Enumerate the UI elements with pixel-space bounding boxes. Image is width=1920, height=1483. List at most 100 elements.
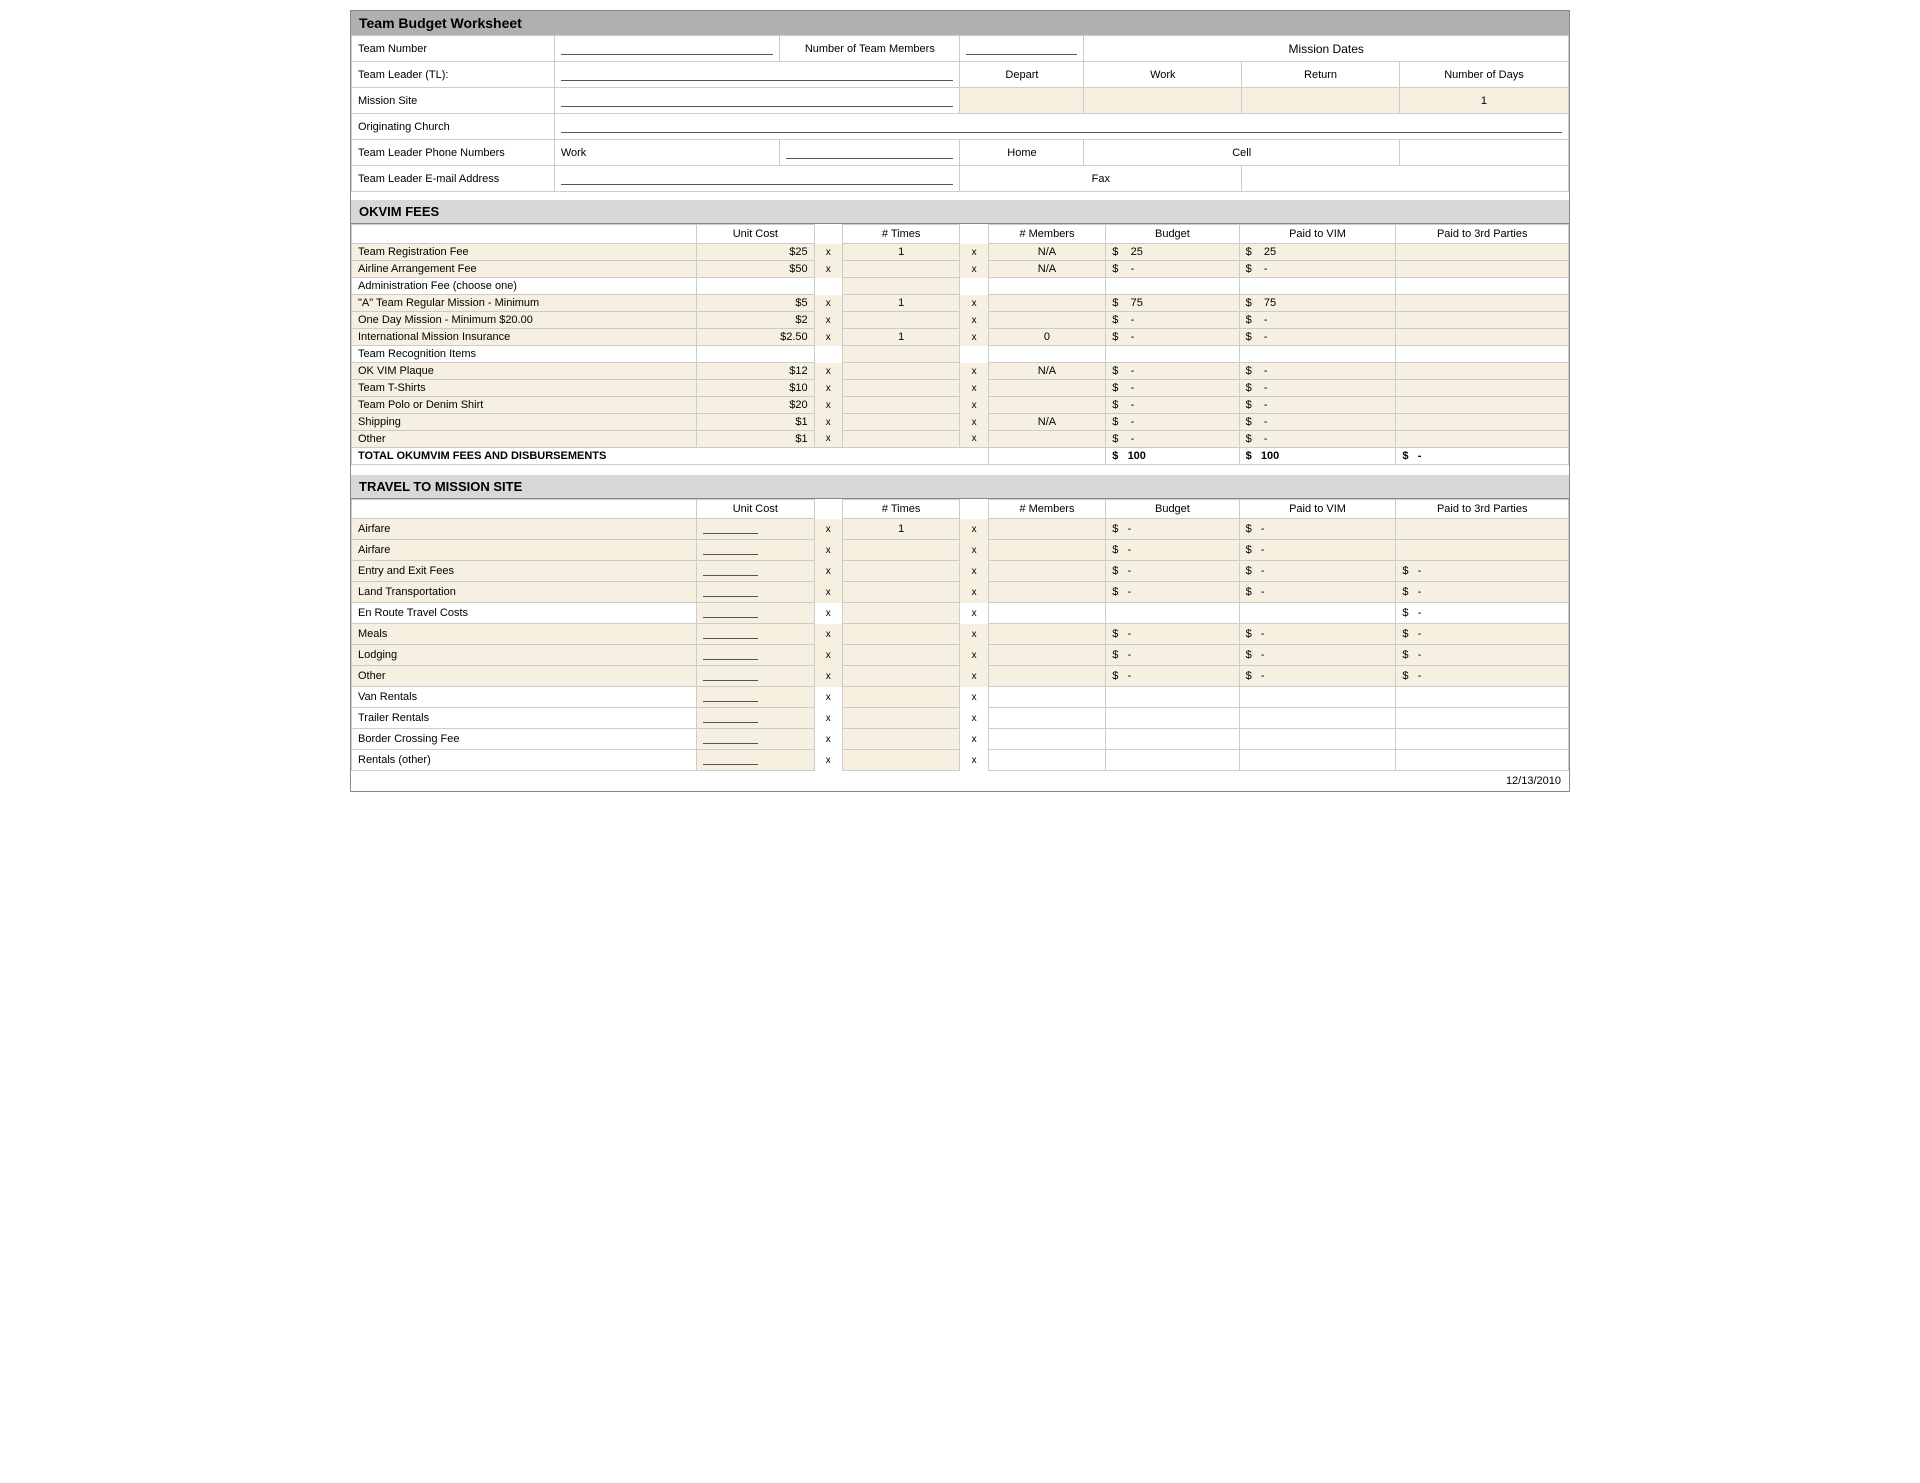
phone-cell-label: Cell xyxy=(1084,140,1400,166)
travel-row-times[interactable] xyxy=(842,666,960,687)
info-row-1: Team Number Number of Team Members Missi… xyxy=(352,36,1569,62)
travel-row-times[interactable]: 1 xyxy=(842,519,960,540)
travel-x2: x xyxy=(960,645,988,666)
row-x1: x xyxy=(814,431,842,448)
mission-site-value[interactable] xyxy=(554,88,960,114)
work-value[interactable] xyxy=(1084,88,1242,114)
travel-row-unit[interactable] xyxy=(697,687,815,708)
row-desc: Team Registration Fee xyxy=(352,244,697,261)
travel-col-members: # Members xyxy=(988,500,1106,519)
okvim-row: One Day Mission - Minimum $20.00 $2 x x … xyxy=(352,312,1569,329)
row-times[interactable] xyxy=(842,312,960,329)
travel-row-times[interactable] xyxy=(842,603,960,624)
phone-label: Team Leader Phone Numbers xyxy=(352,140,555,166)
travel-row: Rentals (other) x x xyxy=(352,750,1569,771)
travel-row-members xyxy=(988,561,1106,582)
travel-table: Unit Cost # Times # Members Budget Paid … xyxy=(351,499,1569,771)
travel-row-unit[interactable] xyxy=(697,603,815,624)
travel-x1: x xyxy=(814,519,842,540)
row-members xyxy=(988,346,1106,363)
spacer-1 xyxy=(351,192,1569,200)
row-times[interactable] xyxy=(842,414,960,431)
travel-row-times[interactable] xyxy=(842,729,960,750)
fax-value[interactable] xyxy=(1242,166,1569,192)
travel-row-3rd xyxy=(1396,519,1569,540)
travel-row-unit[interactable] xyxy=(697,561,815,582)
num-days-value[interactable]: 1 xyxy=(1399,88,1568,114)
travel-row-3rd: $ - xyxy=(1396,666,1569,687)
travel-row-unit[interactable] xyxy=(697,729,815,750)
row-times[interactable] xyxy=(842,346,960,363)
row-unit[interactable]: $1 xyxy=(697,414,815,431)
row-x1: x xyxy=(814,244,842,261)
row-desc: Airline Arrangement Fee xyxy=(352,261,697,278)
row-unit[interactable]: $2 xyxy=(697,312,815,329)
row-unit[interactable]: $50 xyxy=(697,261,815,278)
travel-row-times[interactable] xyxy=(842,687,960,708)
return-value[interactable] xyxy=(1242,88,1400,114)
row-x2: x xyxy=(960,312,988,329)
depart-value[interactable] xyxy=(960,88,1084,114)
travel-x2: x xyxy=(960,603,988,624)
phone-cell-value[interactable] xyxy=(1399,140,1568,166)
phone-work-value[interactable] xyxy=(780,140,960,166)
travel-row-budget: $ - xyxy=(1106,519,1239,540)
row-unit[interactable]: $12 xyxy=(697,363,815,380)
travel-row-unit[interactable] xyxy=(697,624,815,645)
travel-row-unit[interactable] xyxy=(697,750,815,771)
row-unit[interactable]: $1 xyxy=(697,431,815,448)
row-x2: x xyxy=(960,329,988,346)
travel-row-unit[interactable] xyxy=(697,519,815,540)
row-x2: x xyxy=(960,431,988,448)
row-unit[interactable]: $2.50 xyxy=(697,329,815,346)
row-unit[interactable]: $25 xyxy=(697,244,815,261)
okvim-row: Airline Arrangement Fee $50 x x N/A $ - … xyxy=(352,261,1569,278)
travel-x2: x xyxy=(960,540,988,561)
travel-row-unit[interactable] xyxy=(697,582,815,603)
row-times[interactable] xyxy=(842,278,960,295)
travel-header-row: Unit Cost # Times # Members Budget Paid … xyxy=(352,500,1569,519)
row-members: N/A xyxy=(988,414,1106,431)
row-vim: $ - xyxy=(1239,312,1396,329)
travel-row-unit[interactable] xyxy=(697,708,815,729)
row-times[interactable]: 1 xyxy=(842,329,960,346)
travel-row-times[interactable] xyxy=(842,645,960,666)
travel-row-unit[interactable] xyxy=(697,540,815,561)
travel-row-times[interactable] xyxy=(842,624,960,645)
row-budget: $ - xyxy=(1106,261,1239,278)
row-times[interactable] xyxy=(842,363,960,380)
info-row-3: Mission Site 1 xyxy=(352,88,1569,114)
row-unit[interactable]: $20 xyxy=(697,397,815,414)
travel-row-times[interactable] xyxy=(842,582,960,603)
row-x2: x xyxy=(960,244,988,261)
row-times[interactable] xyxy=(842,397,960,414)
team-members-value[interactable] xyxy=(960,36,1084,62)
travel-row-unit[interactable] xyxy=(697,666,815,687)
travel-row-times[interactable] xyxy=(842,561,960,582)
row-times[interactable] xyxy=(842,431,960,448)
travel-row-members xyxy=(988,750,1106,771)
travel-row-desc: Airfare xyxy=(352,540,697,561)
travel-row-times[interactable] xyxy=(842,750,960,771)
row-vim: $ - xyxy=(1239,397,1396,414)
row-unit[interactable]: $10 xyxy=(697,380,815,397)
row-x2: x xyxy=(960,414,988,431)
travel-row-times[interactable] xyxy=(842,708,960,729)
row-vim xyxy=(1239,278,1396,295)
team-number-value[interactable] xyxy=(554,36,779,62)
row-unit[interactable]: $5 xyxy=(697,295,815,312)
travel-row-times[interactable] xyxy=(842,540,960,561)
email-value[interactable] xyxy=(554,166,960,192)
travel-row: Land Transportation x x $ - $ - $ - xyxy=(352,582,1569,603)
row-times[interactable]: 1 xyxy=(842,244,960,261)
row-times[interactable]: 1 xyxy=(842,295,960,312)
originating-church-value[interactable] xyxy=(554,114,1568,140)
num-days-header: Number of Days xyxy=(1399,62,1568,88)
row-times[interactable] xyxy=(842,261,960,278)
travel-row: Lodging x x $ - $ - $ - xyxy=(352,645,1569,666)
row-times[interactable] xyxy=(842,380,960,397)
travel-row-unit[interactable] xyxy=(697,645,815,666)
travel-row-desc: Other xyxy=(352,666,697,687)
team-leader-value[interactable] xyxy=(554,62,960,88)
travel-row: Border Crossing Fee x x xyxy=(352,729,1569,750)
